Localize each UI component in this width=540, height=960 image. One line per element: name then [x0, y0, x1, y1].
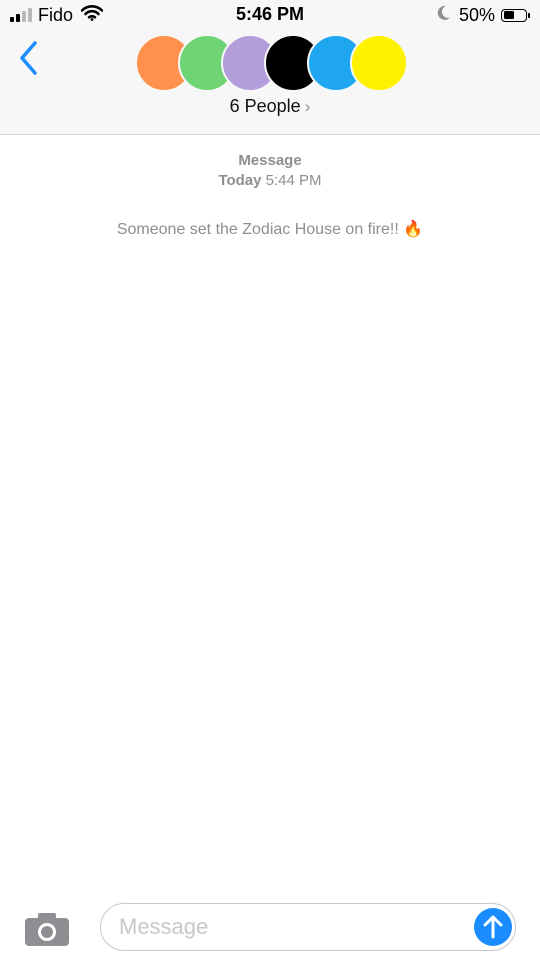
people-count-label: 6 People	[229, 96, 301, 116]
group-details-button[interactable]: 6 People ›	[0, 96, 540, 117]
input-bar	[0, 895, 540, 960]
battery-icon	[501, 8, 527, 22]
arrow-up-icon	[483, 915, 503, 939]
messages-screen: Fido 5:46 PM 50% 6 People › Message Toda…	[0, 0, 540, 960]
status-bar: Fido 5:46 PM 50%	[0, 0, 540, 30]
group-avatars[interactable]	[135, 34, 410, 94]
message-list: Message Today 5:44 PM Someone set the Zo…	[0, 135, 540, 895]
battery-cap	[528, 12, 530, 18]
moon-icon	[437, 5, 451, 26]
battery-fill	[503, 11, 514, 19]
send-button[interactable]	[474, 908, 512, 946]
message-field[interactable]	[100, 903, 516, 951]
message-text[interactable]: Someone set the Zodiac House on fire!! 🔥	[0, 219, 540, 239]
back-button[interactable]	[12, 38, 46, 78]
camera-button[interactable]	[23, 910, 71, 948]
battery-percent: 50%	[458, 4, 495, 25]
avatar	[350, 34, 408, 92]
timestamp-time: 5:44 PM	[265, 172, 322, 189]
message-input[interactable]	[119, 914, 449, 940]
conversation-header: 6 People ›	[0, 30, 540, 135]
chevron-right-icon: ›	[304, 97, 311, 116]
message-timestamp: Today 5:44 PM	[0, 172, 540, 189]
camera-icon	[25, 913, 69, 946]
timestamp-day: Today	[218, 172, 262, 189]
chevron-left-icon	[20, 41, 37, 75]
status-right: 50%	[437, 4, 530, 26]
service-label: Message	[238, 152, 302, 169]
